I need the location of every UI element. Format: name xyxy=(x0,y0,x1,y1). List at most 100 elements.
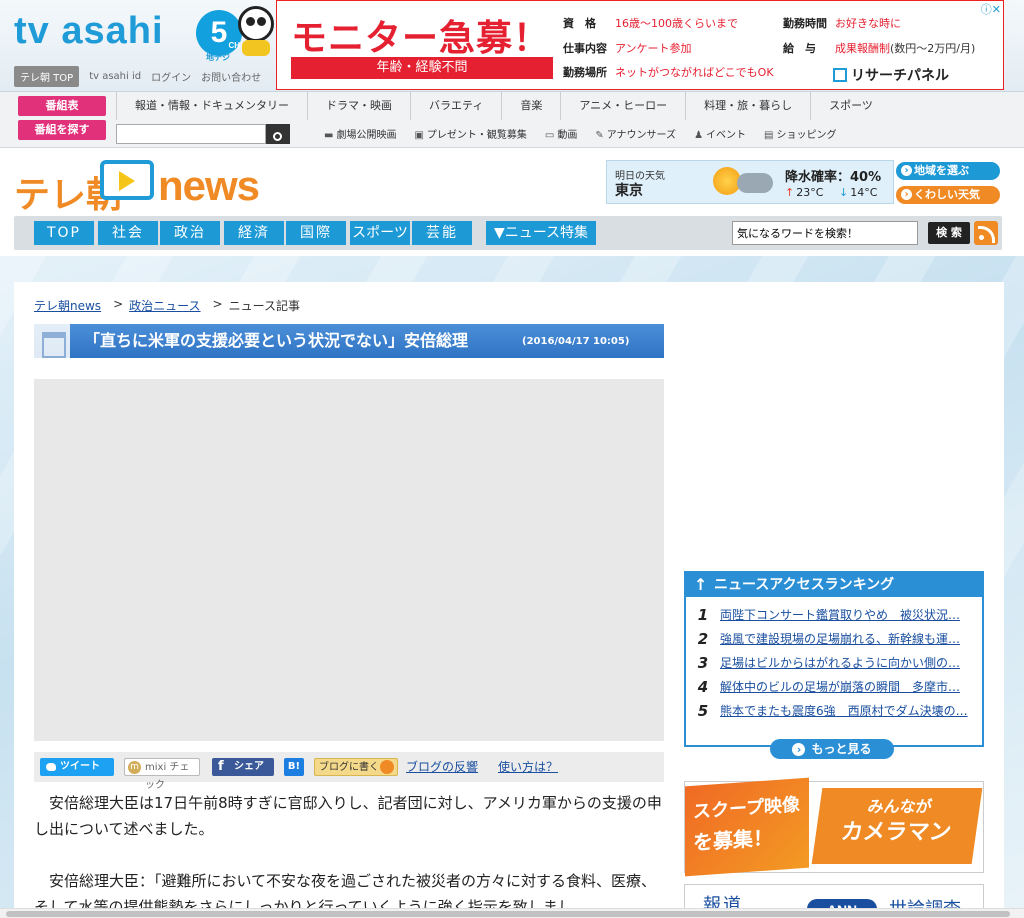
ad-row-job: 仕事内容 アンケート参加 xyxy=(563,42,692,55)
ad-brand: リサーチパネル xyxy=(833,65,949,85)
ranking-item[interactable]: 4 解体中のビルの足場が崩落の瞬間 多摩市… xyxy=(686,675,982,699)
horizontal-scrollbar[interactable] xyxy=(0,908,1024,918)
breadcrumb-separator: > xyxy=(113,297,124,311)
write-blog-button[interactable]: ブログに書く xyxy=(314,758,398,776)
ranking-list: 1 両陛下コンサート鑑賞取りやめ 被災状況… 2 強風で建設現場の足場崩れる、新幹線… xyxy=(686,603,982,723)
temp-low: 14°C xyxy=(839,186,877,199)
ad-row-qualification: 資 格 16歳〜100歳くらいまで xyxy=(563,17,738,30)
ranking-item[interactable]: 1 両陛下コンサート鑑賞取りやめ 被災状況… xyxy=(686,603,982,627)
news-logo-word[interactable]: news xyxy=(158,162,260,210)
top-link-contact[interactable]: お問い合わせ xyxy=(201,69,261,84)
ranking-item[interactable]: 5 熊本でまたも震度6強 西原村でダム決壊の… xyxy=(686,699,982,723)
scoop-ad-right: みんなが カメラマン xyxy=(811,788,983,864)
breadcrumb-current: ニュース記事 xyxy=(228,299,300,313)
breadcrumb-home[interactable]: テレ朝news xyxy=(34,297,101,314)
shopping-icon: ▤ xyxy=(764,130,774,141)
pen-icon: ✎ xyxy=(595,130,604,141)
gift-icon: ▣ xyxy=(414,130,424,141)
article-title-bar: 「直ちに米軍の支援必要という状況でない」安倍総理 (2016/04/17 10:… xyxy=(34,324,664,358)
ad-row-hours: 勤務時間 お好きな時に xyxy=(783,17,901,30)
hatena-bookmark-button[interactable]: B! xyxy=(284,758,304,776)
tab-sports[interactable]: スポーツ xyxy=(350,221,410,245)
chideji-label: 地デジ xyxy=(206,53,230,62)
sub-link-events[interactable]: ♟ イベント xyxy=(694,126,746,141)
tv-asahi-logo[interactable]: tv asahi xyxy=(14,10,164,53)
news-search-button[interactable]: 検 索 xyxy=(928,222,970,244)
diet-building-icon xyxy=(34,324,70,358)
rss-icon[interactable] xyxy=(974,221,998,245)
genre-drama[interactable]: ドラマ・映画 xyxy=(307,92,410,120)
genre-cooking[interactable]: 料理・旅・暮らし xyxy=(685,92,810,120)
tweet-button[interactable]: ツイート xyxy=(40,758,114,776)
scoop-video-ad[interactable]: スクープ映像 を募集！ みんなが カメラマン xyxy=(684,777,984,877)
tab-top[interactable]: TOP xyxy=(34,221,94,245)
tab-politics[interactable]: 政治 xyxy=(160,221,220,245)
tab-entertainment[interactable]: 芸能 xyxy=(412,221,472,245)
sub-link-movies[interactable]: ▬ 劇場公開映画 xyxy=(324,126,396,141)
breadcrumb: テレ朝news > 政治ニュース > ニュース記事 xyxy=(34,297,300,314)
howto-link[interactable]: 使い方は？ xyxy=(498,758,558,776)
news-search-input[interactable] xyxy=(732,221,918,245)
blog-reaction-link[interactable]: ブログの反響 xyxy=(406,758,478,776)
mixi-check-button[interactable]: mixi チェック xyxy=(124,758,200,791)
temp-high: 23°C xyxy=(785,186,823,199)
sub-link-video[interactable]: ▭ 動画 xyxy=(545,126,577,141)
sub-link-present[interactable]: ▣ プレゼント・観覧募集 xyxy=(414,126,526,141)
genre-sports[interactable]: スポーツ xyxy=(810,92,891,120)
tab-economy[interactable]: 経済 xyxy=(224,221,284,245)
article-title: 「直ちに米軍の支援必要という状況でない」安倍総理 xyxy=(84,331,469,350)
tab-society[interactable]: 社会 xyxy=(98,221,158,245)
top-link-tvasahi-id[interactable]: tv asahi id xyxy=(89,71,141,82)
channel-number: 5 xyxy=(210,16,228,49)
sub-link-announcers[interactable]: ✎ アナウンサーズ xyxy=(595,126,676,141)
breadcrumb-section[interactable]: 政治ニュース xyxy=(129,297,200,314)
video-player[interactable] xyxy=(34,379,664,741)
genre-music[interactable]: 音楽 xyxy=(501,92,560,120)
genre-anime[interactable]: アニメ・ヒーロー xyxy=(560,92,685,120)
tab-international[interactable]: 国際 xyxy=(286,221,346,245)
research-panel-icon xyxy=(833,68,847,82)
weather-widget[interactable]: 明日の天気 東京 降水確率：40% 23°C 14°C xyxy=(606,160,894,204)
tab-news-features[interactable]: ▼ニュース特集 xyxy=(486,221,596,245)
sub-nav: ▬ 劇場公開映画 ▣ プレゼント・観覧募集 ▭ 動画 ✎ アナウンサーズ ♟ イベント ▤… xyxy=(324,126,854,141)
share-bar: ツイート mixi チェック シェア B! ブログに書く ブログの反響 使い方は… xyxy=(34,752,664,791)
film-icon: ▬ xyxy=(324,130,334,141)
panda-body-icon xyxy=(242,40,270,56)
news-logo-tv-icon[interactable] xyxy=(100,160,154,200)
everyone-camera-line-1: みんなが xyxy=(866,797,934,816)
sun-cloud-rain-icon xyxy=(711,165,777,201)
weather-detail-button[interactable]: くわしい天気 xyxy=(896,186,1000,204)
ad-row-salary: 給 与成果報酬制(数円〜2万円/月) xyxy=(783,42,976,55)
genre-news[interactable]: 報道・情報・ドキュメンタリー xyxy=(116,92,307,120)
ad-subline: 年齢・経験不問 xyxy=(291,57,553,79)
channel-5-logo[interactable]: 5 CH xyxy=(196,10,242,56)
schedule-button[interactable]: 番組表 xyxy=(18,96,106,116)
find-program-button[interactable]: 番組を探す xyxy=(18,120,106,140)
top-link-login[interactable]: ログイン xyxy=(151,69,191,84)
scrollbar-thumb[interactable] xyxy=(6,911,1010,917)
site-search-input[interactable] xyxy=(116,124,266,144)
weather-region-button[interactable]: 地域を選ぶ xyxy=(896,162,1000,180)
search-icon xyxy=(273,131,282,141)
event-icon: ♟ xyxy=(694,130,704,141)
ad-close-icon[interactable]: ⓘ✕ xyxy=(981,1,1001,17)
facebook-share-button[interactable]: シェア xyxy=(212,758,274,776)
ad-banner[interactable]: モニター急募！ 年齢・経験不問 資 格 16歳〜100歳くらいまで 仕事内容 アンケ… xyxy=(276,0,1004,90)
ranking-item[interactable]: 2 強風で建設現場の足場崩れる、新幹線も運… xyxy=(686,627,982,651)
site-search-button[interactable] xyxy=(266,124,290,144)
channel-suffix: CH xyxy=(228,41,240,50)
genre-variety[interactable]: バラエティ xyxy=(410,92,501,120)
everyone-camera-line-2: カメラマン xyxy=(839,820,953,845)
ad-headline: モニター急募！ xyxy=(291,18,551,59)
article-body: 安倍総理大臣は17日午前8時すぎに官邸入りし、記者団に対し、アメリカ軍からの支援… xyxy=(34,790,664,918)
top-link-tvasahi-top[interactable]: テレ朝 TOP xyxy=(14,65,80,87)
sub-link-shopping[interactable]: ▤ ショッピング xyxy=(764,126,836,141)
panda-mascot-icon xyxy=(238,6,274,42)
video-icon: ▭ xyxy=(544,130,555,141)
ranking-item[interactable]: 3 足場はビルからはがれるように向かい側の… xyxy=(686,651,982,675)
breadcrumb-separator: > xyxy=(212,297,223,311)
scoop-ad-left: スクープ映像 を募集！ xyxy=(685,777,809,877)
ranking-more-button[interactable]: もっと見る xyxy=(770,739,894,759)
weather-city: 東京 xyxy=(615,183,643,199)
rain-probability: 降水確率：40% xyxy=(785,170,882,185)
